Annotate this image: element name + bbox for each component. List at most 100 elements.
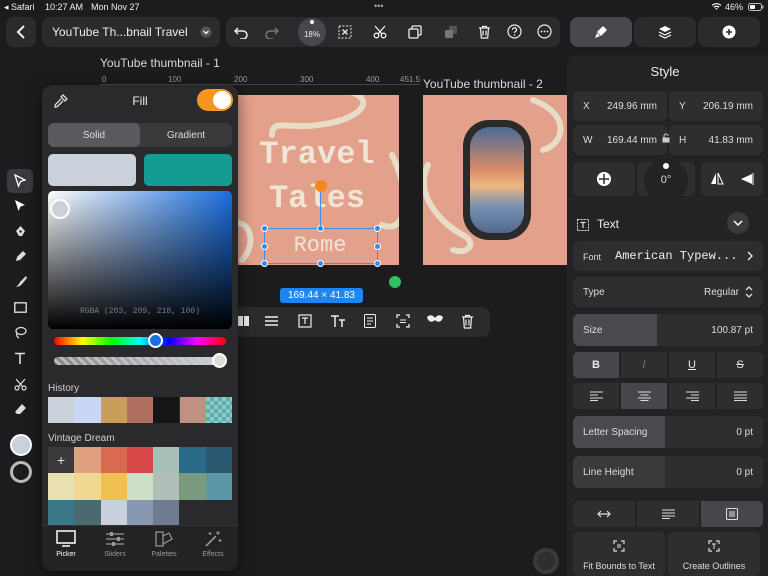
y-field[interactable]: Y 206.19 mm — [669, 91, 763, 121]
type-picker[interactable]: Type Regular — [573, 277, 763, 307]
artboard-2-title[interactable]: YouTube thumbnail - 2 — [423, 77, 543, 91]
w-field[interactable]: W 169.44 mm — [573, 125, 667, 155]
hue-slider[interactable] — [54, 333, 226, 348]
tab-palettes[interactable]: Palettes — [140, 530, 188, 558]
text-tool[interactable] — [7, 346, 33, 370]
redo-icon[interactable] — [265, 25, 279, 39]
tab-sliders[interactable]: Sliders — [91, 530, 139, 558]
palette-swatch[interactable] — [205, 447, 232, 474]
fill-color-swatch[interactable] — [10, 434, 32, 456]
history-swatch[interactable] — [179, 397, 206, 423]
bold-button[interactable]: B — [573, 352, 619, 378]
cut-icon[interactable] — [373, 25, 387, 39]
picker-handle[interactable] — [50, 199, 70, 219]
flip-vertical-icon[interactable] — [740, 172, 754, 186]
multitask-dots-icon[interactable]: ••• — [374, 1, 383, 11]
opacity-slider[interactable] — [54, 353, 227, 368]
direct-select-tool[interactable] — [7, 194, 33, 218]
resize-handle[interactable] — [317, 225, 324, 232]
saturation-brightness-picker[interactable]: RGBA (203, 209, 218, 100) — [48, 191, 232, 329]
palette-swatch[interactable] — [126, 447, 154, 474]
text-document-icon[interactable] — [364, 314, 376, 328]
underline-button[interactable]: U — [669, 352, 715, 378]
style-tab-button[interactable] — [570, 17, 632, 47]
distribute-icon[interactable] — [265, 314, 278, 328]
move-handle[interactable] — [389, 276, 401, 288]
strikethrough-button[interactable]: S — [717, 352, 763, 378]
tab-solid[interactable]: Solid — [48, 123, 140, 147]
copy-icon[interactable] — [408, 25, 422, 39]
auto-width-button[interactable] — [573, 501, 635, 527]
palette-swatch[interactable] — [100, 473, 127, 500]
fill-toggle[interactable] — [197, 89, 233, 111]
airplane-window-image[interactable] — [463, 120, 531, 240]
fit-frame-icon[interactable] — [396, 314, 410, 328]
palette-swatch[interactable] — [179, 473, 206, 500]
align-right-button[interactable] — [669, 383, 715, 409]
line-height-field[interactable]: Line Height 0 pt — [573, 456, 763, 488]
mask-icon[interactable] — [426, 314, 444, 324]
x-field[interactable]: X 249.96 mm — [573, 91, 667, 121]
palette-swatch[interactable] — [126, 473, 154, 500]
size-field[interactable]: Size 100.87 pt — [573, 314, 763, 346]
scissors-tool[interactable] — [7, 372, 33, 396]
palette-swatch[interactable] — [126, 499, 154, 526]
paste-icon[interactable] — [444, 25, 458, 39]
auto-height-button[interactable] — [637, 501, 699, 527]
history-swatch[interactable] — [126, 397, 154, 423]
previous-color-swatch[interactable] — [144, 154, 232, 186]
current-color-swatch[interactable] — [48, 154, 136, 186]
lock-aspect-icon[interactable] — [662, 133, 670, 143]
palette-swatch[interactable] — [205, 473, 232, 500]
heading-line-1[interactable]: Travel — [252, 137, 382, 173]
font-picker[interactable]: Font American Typew... — [573, 241, 763, 271]
resize-handle[interactable] — [374, 260, 381, 267]
eraser-tool[interactable] — [7, 397, 33, 421]
layers-tab-button[interactable] — [634, 17, 696, 47]
stroke-color-swatch[interactable] — [10, 461, 32, 483]
more-options-icon[interactable] — [537, 24, 552, 39]
palette-swatch[interactable] — [74, 473, 101, 500]
opacity-slider-handle[interactable] — [212, 353, 227, 368]
palette-swatch[interactable] — [100, 499, 127, 526]
trash-icon[interactable] — [461, 314, 474, 329]
text-style-icon[interactable] — [330, 314, 346, 328]
rotation-handle[interactable] — [315, 180, 327, 192]
tab-effects[interactable]: Effects — [189, 530, 237, 558]
h-field[interactable]: H 41.83 mm — [669, 125, 763, 155]
letter-spacing-field[interactable]: Letter Spacing 0 pt — [573, 416, 763, 448]
add-palette-color-button[interactable]: + — [48, 447, 75, 474]
hue-slider-handle[interactable] — [148, 333, 163, 348]
align-justify-button[interactable] — [717, 383, 763, 409]
palette-swatch[interactable] — [74, 447, 101, 474]
palette-swatch[interactable] — [48, 473, 75, 500]
document-title-button[interactable]: YouTube Th...bnail Travel — [42, 17, 220, 47]
align-icon[interactable] — [238, 314, 250, 328]
resize-handle[interactable] — [374, 225, 381, 232]
assistive-touch-button[interactable] — [533, 548, 559, 574]
italic-button[interactable]: I — [621, 352, 667, 378]
resize-handle[interactable] — [374, 243, 381, 250]
delete-icon[interactable] — [478, 25, 491, 39]
flip-horizontal-icon[interactable] — [710, 172, 724, 186]
tab-gradient[interactable]: Gradient — [140, 123, 232, 147]
resize-handle[interactable] — [317, 260, 324, 267]
history-swatch[interactable] — [48, 397, 75, 423]
resize-handle[interactable] — [261, 225, 268, 232]
history-swatch[interactable] — [74, 397, 101, 423]
align-left-button[interactable] — [573, 383, 619, 409]
palette-swatch[interactable] — [153, 499, 180, 526]
history-swatch[interactable] — [100, 397, 127, 423]
artboard-2[interactable] — [423, 95, 565, 265]
add-tab-button[interactable] — [698, 17, 760, 47]
resize-handle[interactable] — [261, 260, 268, 267]
brush-tool[interactable] — [7, 269, 33, 293]
palette-swatch[interactable] — [74, 499, 101, 526]
text-section-collapse[interactable] — [727, 212, 749, 234]
palette-swatch[interactable] — [100, 447, 127, 474]
palette-swatch[interactable] — [48, 499, 75, 526]
deselect-icon[interactable] — [338, 25, 352, 39]
resize-handle[interactable] — [261, 243, 268, 250]
artboard-1-title[interactable]: YouTube thumbnail - 1 — [100, 56, 220, 70]
transform-origin-button[interactable] — [573, 162, 635, 196]
